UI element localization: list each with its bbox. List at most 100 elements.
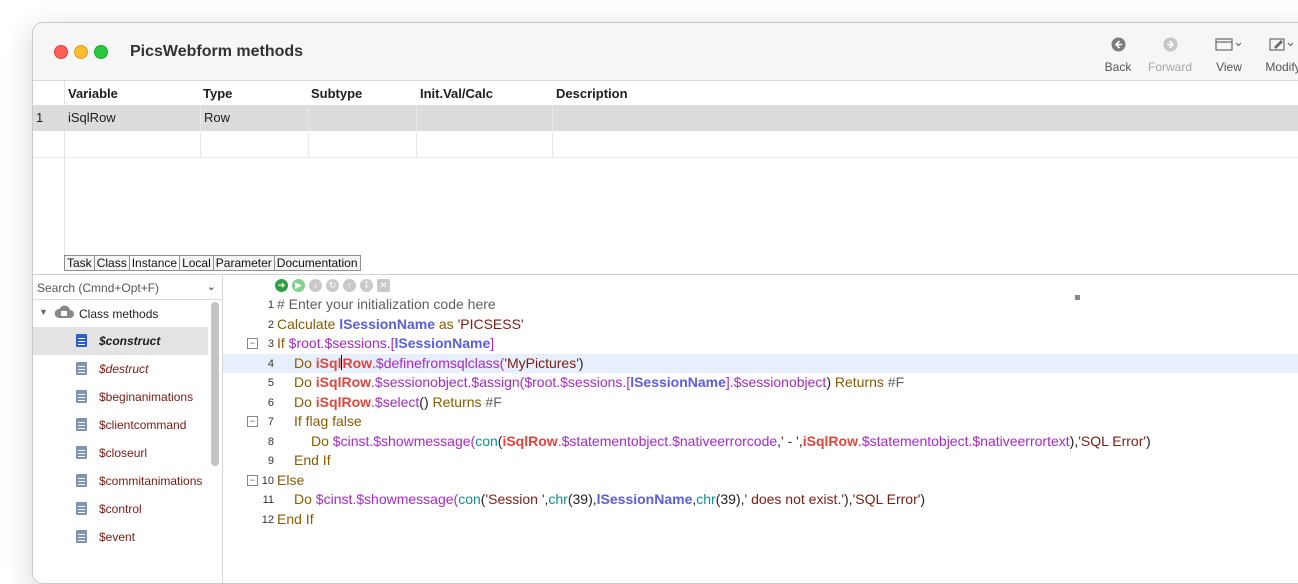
run-icon[interactable]: ▶ bbox=[292, 279, 305, 292]
code-line[interactable]: 5 Do iSqlRow.$sessionobject.$assign($roo… bbox=[223, 373, 1298, 393]
line-number: 12 bbox=[261, 513, 274, 526]
variable-name-cell[interactable]: iSqlRow bbox=[68, 110, 116, 125]
code-text: Do $cinst.$showmessage(con(iSqlRow.$stat… bbox=[311, 432, 1151, 449]
code-editor[interactable]: ➜ ▶ ↓ ↻ ↑ ↧ ✕ 1 # Enter your initializat… bbox=[223, 275, 1298, 583]
forward-arrow-icon bbox=[1145, 37, 1195, 55]
stop-icon[interactable]: ✕ bbox=[377, 279, 390, 292]
debugger-toolbar: ➜ ▶ ↓ ↻ ↑ ↧ ✕ bbox=[275, 279, 390, 293]
method-item-commitanimations[interactable]: $commitanimations bbox=[33, 467, 208, 495]
tab-task[interactable]: Task bbox=[64, 255, 95, 271]
zoom-window-button[interactable] bbox=[94, 45, 108, 59]
go-icon[interactable]: ➜ bbox=[275, 279, 288, 292]
method-item-beginanimations[interactable]: $beginanimations bbox=[33, 383, 208, 411]
method-document-icon bbox=[76, 390, 87, 403]
class-methods-label: Class methods bbox=[79, 307, 159, 321]
modify-button[interactable]: Modify bbox=[1261, 37, 1298, 74]
method-document-icon bbox=[76, 502, 87, 515]
code-line[interactable]: 6 Do iSqlRow.$select() Returns #F bbox=[223, 393, 1298, 413]
method-document-icon bbox=[76, 334, 87, 347]
method-label: $closeurl bbox=[99, 446, 148, 460]
column-header-variable[interactable]: Variable bbox=[68, 86, 118, 101]
method-sidebar: Search (Cmnd+Opt+F) ⌄ ▼ Class methods $c… bbox=[33, 275, 223, 583]
cell-divider bbox=[416, 105, 417, 131]
line-number: 5 bbox=[267, 377, 274, 389]
tab-instance[interactable]: Instance bbox=[129, 255, 181, 271]
tab-parameter[interactable]: Parameter bbox=[213, 255, 275, 271]
minimize-window-button[interactable] bbox=[74, 45, 88, 59]
tab-class[interactable]: Class bbox=[94, 255, 130, 271]
code-text: Else bbox=[277, 471, 305, 488]
tab-documentation[interactable]: Documentation bbox=[274, 255, 361, 271]
back-arrow-icon bbox=[1101, 37, 1135, 55]
code-text: End If bbox=[294, 452, 331, 468]
code-lines: 1 # Enter your initialization code here … bbox=[223, 295, 1298, 583]
cell-divider bbox=[200, 105, 201, 131]
code-text: Calculate lSessionName as 'PICSESS' bbox=[277, 315, 524, 332]
step-out-icon[interactable]: ↑ bbox=[343, 279, 356, 292]
disclosure-triangle-icon[interactable]: ▼ bbox=[39, 307, 48, 317]
cell-divider bbox=[308, 105, 309, 131]
line-number: 10 bbox=[261, 474, 274, 487]
cloud-class-icon bbox=[53, 304, 75, 323]
cell-divider bbox=[200, 131, 201, 157]
step-over-icon[interactable]: ↻ bbox=[326, 279, 339, 292]
column-header-type[interactable]: Type bbox=[203, 86, 232, 101]
code-line[interactable]: − 3 If $root.$sessions.[lSessionName] bbox=[223, 334, 1298, 354]
code-line[interactable]: 1 # Enter your initialization code here bbox=[223, 295, 1298, 315]
code-text: Do iSqlRow.$sessionobject.$assign($root.… bbox=[294, 374, 905, 390]
cell-divider bbox=[552, 105, 553, 131]
method-item-event[interactable]: $event bbox=[33, 523, 208, 551]
title-bar: PicsWebform methods Back Forward View Mo… bbox=[33, 23, 1298, 81]
cell-divider bbox=[308, 131, 309, 157]
code-text: End If bbox=[277, 510, 314, 527]
method-label: $control bbox=[99, 502, 142, 516]
method-label: $event bbox=[99, 530, 136, 544]
code-text: If $root.$sessions.[lSessionName] bbox=[277, 335, 495, 351]
line-number: 3 bbox=[267, 338, 274, 350]
code-line[interactable]: 9 End If bbox=[223, 451, 1298, 471]
code-line[interactable]: 2 Calculate lSessionName as 'PICSESS' bbox=[223, 315, 1298, 335]
close-window-button[interactable] bbox=[54, 45, 68, 59]
variable-type-cell[interactable]: Row bbox=[204, 110, 230, 125]
trace-icon[interactable]: ↧ bbox=[360, 279, 373, 292]
line-number: 1 bbox=[267, 299, 274, 311]
method-item-clientcommand[interactable]: $clientcommand bbox=[33, 411, 208, 439]
method-document-icon bbox=[76, 474, 87, 487]
code-line[interactable]: 8 Do $cinst.$showmessage(con(iSqlRow.$st… bbox=[223, 432, 1298, 452]
method-search-field[interactable]: Search (Cmnd+Opt+F) ⌄ bbox=[33, 275, 222, 300]
method-item-closeurl[interactable]: $closeurl bbox=[33, 439, 208, 467]
line-number: 6 bbox=[267, 396, 274, 409]
view-label: View bbox=[1216, 60, 1242, 74]
line-number: 11 bbox=[262, 494, 274, 506]
view-button[interactable]: View bbox=[1209, 37, 1249, 74]
method-item-construct[interactable]: $construct bbox=[33, 327, 208, 355]
empty-table-row[interactable] bbox=[33, 131, 1298, 158]
code-line[interactable]: − 7 If flag false bbox=[223, 412, 1298, 432]
column-header-subtype[interactable]: Subtype bbox=[311, 86, 362, 101]
table-row[interactable]: 1 iSqlRow Row bbox=[33, 105, 1298, 131]
code-comment: # Enter your initialization code here bbox=[277, 296, 496, 312]
column-header-init-val[interactable]: Init.Val/Calc bbox=[420, 86, 493, 101]
chevron-down-icon[interactable]: ⌄ bbox=[207, 280, 216, 293]
column-header-description[interactable]: Description bbox=[556, 86, 628, 101]
code-line[interactable]: 12 End If bbox=[223, 510, 1298, 530]
line-number: 9 bbox=[267, 455, 274, 467]
method-document-icon bbox=[76, 418, 87, 431]
code-line-current[interactable]: 4 Do iSqlRow.$definefromsqlclass('MyPict… bbox=[223, 353, 1298, 373]
forward-button[interactable]: Forward bbox=[1145, 37, 1195, 74]
method-document-icon bbox=[76, 530, 87, 543]
back-button[interactable]: Back bbox=[1101, 37, 1135, 74]
method-label: $construct bbox=[99, 334, 161, 348]
method-item-control[interactable]: $control bbox=[33, 495, 208, 523]
back-label: Back bbox=[1104, 60, 1132, 74]
line-number: 7 bbox=[267, 416, 274, 428]
code-line[interactable]: 11 Do $cinst.$showmessage(con('Session '… bbox=[223, 490, 1298, 510]
step-in-icon[interactable]: ↓ bbox=[309, 279, 322, 292]
forward-label: Forward bbox=[1147, 60, 1192, 74]
method-item-destruct[interactable]: $destruct bbox=[33, 355, 208, 383]
method-label: $clientcommand bbox=[99, 418, 187, 432]
tab-local[interactable]: Local bbox=[180, 255, 214, 271]
sidebar-scrollbar[interactable] bbox=[211, 302, 219, 466]
class-methods-group[interactable]: ▼ Class methods bbox=[33, 302, 208, 326]
code-line[interactable]: − 10 Else bbox=[223, 471, 1298, 491]
